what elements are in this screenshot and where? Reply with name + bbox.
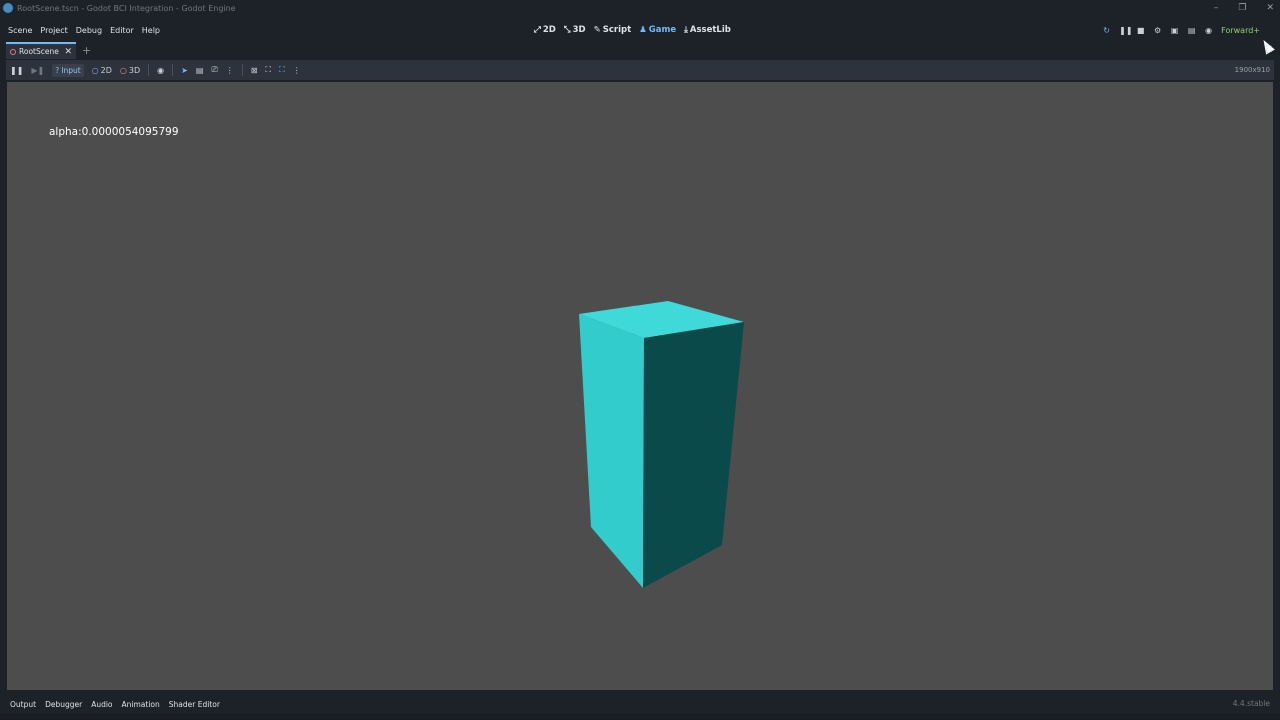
menu-scene[interactable]: Scene [8, 26, 32, 35]
3d-icon: ⤡ [563, 25, 571, 35]
suspend-icon[interactable]: ❚❚ [10, 66, 23, 75]
input-label: Input [61, 65, 81, 75]
embed-options-icon[interactable]: ⋮ [293, 66, 301, 75]
screen-2d-button[interactable]: ⤢ 2D [534, 25, 556, 35]
close-icon[interactable]: ✕ [1266, 3, 1274, 13]
stop-icon[interactable]: ■ [1136, 26, 1145, 35]
bottom-tabs: Output Debugger Audio Animation Shader E… [10, 700, 220, 709]
input-icon: ? [55, 65, 60, 75]
minimize-icon[interactable]: – [1214, 3, 1219, 13]
stretch-icon[interactable]: ⛶ [279, 65, 285, 75]
node-3d-label: 3D [128, 65, 141, 75]
window-controls: – ❐ ✕ [1214, 0, 1274, 16]
screen-2d-label: 2D [542, 25, 556, 35]
toolbar-divider [241, 64, 243, 76]
visibility-icon[interactable]: ◉ [157, 66, 164, 75]
tab-debugger[interactable]: Debugger [45, 700, 82, 709]
scene-tabbar: RootScene ✕ + ⛶ [0, 42, 1280, 59]
keep-aspect-icon[interactable]: ⛶ [266, 65, 272, 75]
tab-output[interactable]: Output [10, 700, 36, 709]
2d-icon: ⤢ [534, 25, 541, 35]
tab-rootscene[interactable]: RootScene ✕ [6, 42, 76, 59]
engine-version: 4.4.stable [1232, 699, 1270, 708]
distraction-free-icon[interactable]: ⛶ [1266, 45, 1272, 55]
remote-debug-icon[interactable]: ⚙ [1153, 26, 1162, 35]
run-bar: ↻ ❚❚ ■ ⚙ ▣ ▤ ◉ Forward+ [1102, 20, 1260, 40]
toolbar-divider [148, 64, 150, 76]
cube-mesh [579, 301, 744, 588]
menu-bar: Scene Project Debug Editor Help ⤢ 2D ⤡ 3D … [0, 20, 1280, 55]
play-current-scene-icon[interactable]: ▣ [1170, 26, 1179, 35]
list-select-icon[interactable]: ▤ [196, 66, 204, 75]
camera-override-icon[interactable]: ⎚ [211, 65, 217, 75]
renderer-selector[interactable]: Forward+ [1221, 26, 1260, 35]
screen-3d-button[interactable]: ⤡ 3D [564, 25, 586, 35]
node-2d-icon: ○ [91, 65, 99, 75]
screen-assetlib-label: AssetLib [689, 25, 731, 35]
menu-debug[interactable]: Debug [76, 26, 102, 35]
node-2d-label: 2D [100, 65, 112, 75]
menu-editor[interactable]: Editor [110, 26, 134, 35]
window-titlebar: RootScene.tscn - Godot BCI Integration -… [0, 0, 1280, 16]
restore-icon[interactable]: ❐ [1238, 3, 1246, 13]
input-toggle-button[interactable]: ? Input [52, 63, 84, 77]
node-3d-icon: ○ [119, 65, 127, 75]
cube-side-face [643, 322, 744, 588]
main-menu: Scene Project Debug Editor Help [8, 26, 160, 35]
screen-script-button[interactable]: ✎ Script [594, 25, 632, 35]
tab-audio[interactable]: Audio [91, 700, 112, 709]
menu-project[interactable]: Project [40, 26, 67, 35]
movie-maker-icon[interactable]: ◉ [1204, 26, 1213, 35]
screen-script-label: Script [602, 25, 632, 35]
screen-game-button[interactable]: ♟ Game [639, 25, 676, 35]
resolution-label: 1900x910 [1234, 66, 1270, 74]
game-viewport[interactable]: alpha:0.0000054095799 [7, 82, 1273, 690]
screen-game-label: Game [648, 25, 677, 35]
toolbar-divider [172, 64, 174, 76]
tab-label: RootScene [19, 47, 59, 56]
bottom-panel: Output Debugger Audio Animation Shader E… [0, 694, 1280, 714]
menu-help[interactable]: Help [142, 26, 160, 35]
play-custom-scene-icon[interactable]: ▤ [1187, 26, 1196, 35]
scene-node-icon [10, 48, 16, 55]
node-2d-button[interactable]: ○ 2D [92, 66, 112, 75]
tab-animation[interactable]: Animation [122, 700, 160, 709]
next-frame-icon[interactable]: ▶❚ [31, 66, 44, 75]
game-toolbar: ❚❚ ▶❚ ? Input ○ 2D ○ 3D ◉ ➤ ▤ ⎚ ⋮ ⊠ ⛶ ⛶ ⋮ 1… [6, 60, 1274, 80]
fixed-size-icon[interactable]: ⊠ [251, 66, 258, 75]
pause-icon[interactable]: ❚❚ [1119, 26, 1132, 35]
cube-front-face [579, 314, 644, 588]
assetlib-icon: ⤓ [684, 25, 688, 35]
more-options-icon[interactable]: ⋮ [226, 66, 234, 75]
screen-assetlib-button[interactable]: ⤓ AssetLib [684, 25, 731, 35]
node-3d-button[interactable]: ○ 3D [120, 66, 140, 75]
reload-icon[interactable]: ↻ [1102, 26, 1111, 35]
godot-logo-icon [3, 3, 13, 13]
main-screen-switcher: ⤢ 2D ⤡ 3D ✎ Script ♟ Game ⤓ AssetLib [534, 20, 731, 40]
tab-shader-editor[interactable]: Shader Editor [169, 700, 220, 709]
script-icon: ✎ [593, 25, 601, 35]
select-mode-icon[interactable]: ➤ [181, 66, 188, 75]
game-icon: ♟ [639, 25, 647, 35]
add-tab-icon[interactable]: + [82, 42, 91, 59]
tab-close-icon[interactable]: ✕ [64, 47, 72, 57]
screen-3d-label: 3D [572, 25, 586, 35]
status-strip [0, 714, 1280, 720]
window-title: RootScene.tscn - Godot BCI Integration -… [17, 3, 236, 13]
